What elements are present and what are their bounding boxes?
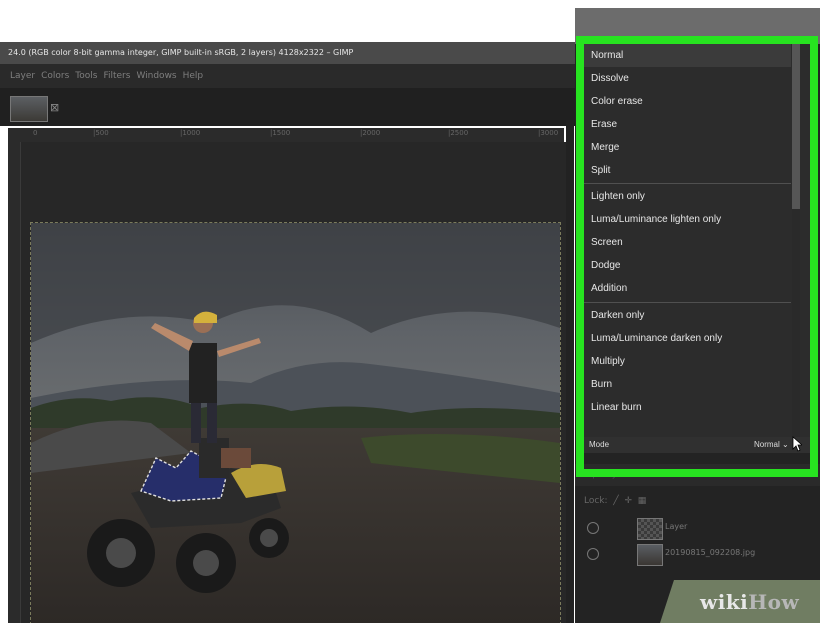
blend-mode-dropdown[interactable]: Normal Dissolve Color erase Erase Merge … (584, 44, 810, 437)
mode-option-dodge[interactable]: Dodge (584, 254, 791, 277)
photo-illustration (31, 223, 560, 623)
mode-option-split[interactable]: Split (584, 159, 791, 182)
cursor-icon (792, 436, 802, 452)
mode-label: Mode (589, 440, 610, 449)
mode-option-merge[interactable]: Merge (584, 136, 791, 159)
mode-option-erase[interactable]: Erase (584, 113, 791, 136)
menu-colors[interactable]: Colors (41, 71, 69, 81)
image-tab-thumbnail[interactable] (10, 96, 48, 122)
mode-value: Normal (754, 440, 780, 449)
eye-icon[interactable] (587, 522, 599, 534)
pencil-icon[interactable]: ╱ (610, 496, 618, 506)
mode-option-screen[interactable]: Screen (584, 231, 791, 254)
image-canvas[interactable] (30, 222, 561, 623)
mode-option-linear-burn[interactable]: Linear burn (584, 396, 791, 419)
ruler-tick: |1500 (270, 129, 291, 137)
mode-option-dissolve[interactable]: Dissolve (584, 67, 791, 90)
layer-row[interactable]: 20190815_092208.jpg (575, 542, 820, 568)
mode-option-addition[interactable]: Addition (584, 277, 791, 300)
ruler-tick: |2500 (448, 129, 469, 137)
dropdown-scrollbar-thumb[interactable] (792, 44, 800, 209)
menu-layer[interactable]: Layer (10, 71, 35, 81)
mode-option-burn[interactable]: Burn (584, 373, 791, 396)
menu-tools[interactable]: Tools (75, 71, 97, 81)
lock-row: Lock: ╱ ✛ ▦ (584, 496, 646, 506)
layer-name: 20190815_092208.jpg (665, 548, 756, 557)
vertical-ruler[interactable] (8, 142, 21, 623)
mode-option-multiply[interactable]: Multiply (584, 350, 791, 373)
screenshot-frame: 24.0 (RGB color 8-bit gamma integer, GIM… (0, 0, 820, 623)
close-icon[interactable]: ⊠ (50, 101, 59, 114)
layer-row[interactable]: Layer (575, 516, 820, 542)
menu-separator (584, 183, 791, 184)
mode-option-normal[interactable]: Normal (584, 44, 791, 67)
canvas-scrollbar[interactable] (566, 120, 574, 623)
menu-separator (584, 302, 791, 303)
chevron-down-icon[interactable]: ⌄ (782, 440, 789, 449)
checker-icon[interactable]: ▦ (635, 496, 647, 506)
lock-label: Lock: (584, 496, 608, 506)
eye-icon[interactable] (587, 548, 599, 560)
menubar: Layer Colors Tools Filters Windows Help (0, 64, 585, 88)
window-title: 24.0 (RGB color 8-bit gamma integer, GIM… (0, 42, 583, 64)
ruler-tick: 0 (33, 129, 38, 137)
menu-filters[interactable]: Filters (103, 71, 130, 81)
image-tabs-row (0, 88, 575, 126)
horizontal-ruler[interactable]: 0 |500 |1000 |1500 |2000 |2500 |3000 (8, 128, 564, 143)
mode-option-lighten-only[interactable]: Lighten only (584, 185, 791, 208)
menu-windows[interactable]: Windows (136, 71, 176, 81)
move-icon[interactable]: ✛ (622, 496, 632, 506)
layer-name: Layer (665, 522, 688, 531)
ruler-tick: |500 (93, 129, 109, 137)
mode-option-darken-only[interactable]: Darken only (584, 304, 791, 327)
ruler-tick: |1000 (180, 129, 201, 137)
layer-thumbnail (637, 544, 663, 566)
menu-help[interactable]: Help (183, 71, 204, 81)
wikihow-logo: wikiHow (700, 590, 800, 614)
mode-option-luma-darken-only[interactable]: Luma/Luminance darken only (584, 327, 791, 350)
mode-select[interactable]: Normal ⌄ (754, 440, 789, 449)
mode-option-color-erase[interactable]: Color erase (584, 90, 791, 113)
ruler-tick: |2000 (360, 129, 381, 137)
ruler-tick: |3000 (538, 129, 559, 137)
mode-option-luma-lighten-only[interactable]: Luma/Luminance lighten only (584, 208, 791, 231)
layer-thumbnail (637, 518, 663, 540)
